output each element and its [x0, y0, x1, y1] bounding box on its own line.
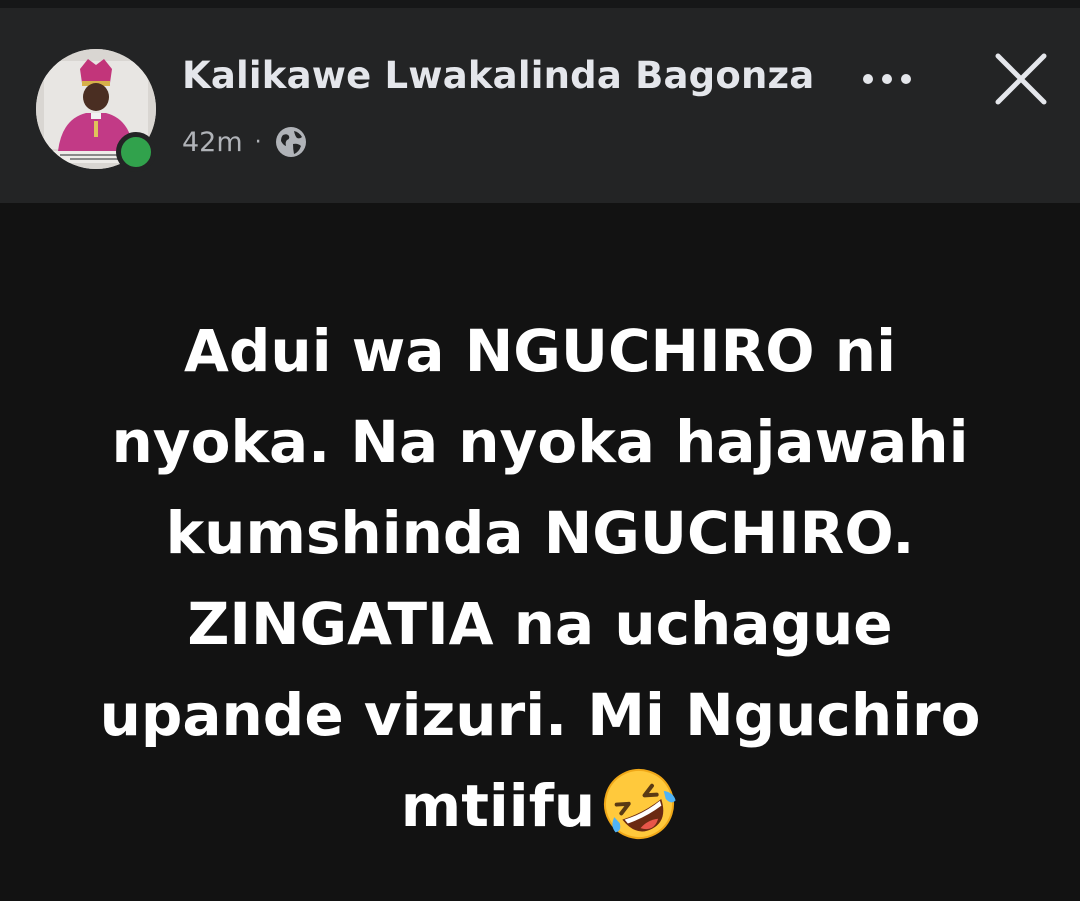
online-status-indicator — [116, 132, 156, 172]
post-text-line: Adui wa NGUCHIRO ni — [184, 317, 896, 385]
post-text-line: ZINGATIA na uchague — [187, 590, 893, 658]
more-horizontal-icon — [882, 74, 892, 84]
post-text-line: nyoka. Na nyoka hajawahi — [111, 408, 969, 476]
more-horizontal-icon — [863, 74, 873, 84]
close-icon[interactable] — [988, 46, 1054, 112]
meta-separator: · — [254, 129, 262, 155]
post-text: Adui wa NGUCHIRO ni nyoka. Na nyoka haja… — [60, 306, 1020, 852]
post-meta: 42m · — [182, 121, 308, 163]
post-text-line: kumshinda NGUCHIRO. — [165, 499, 915, 567]
rolling-on-floor-laughing-emoji-icon — [604, 769, 676, 839]
more-horizontal-icon — [901, 74, 911, 84]
post-text-line: upande vizuri. Mi Nguchiro — [99, 681, 981, 749]
author-name[interactable]: Kalikawe Lwakalinda Bagonza — [182, 54, 814, 97]
post-header: Kalikawe Lwakalinda Bagonza 42m · — [0, 8, 1080, 203]
post-text-line: mtiifu — [400, 772, 596, 840]
globe-icon[interactable] — [274, 125, 308, 159]
post-text-last-line: mtiifu — [60, 761, 1020, 852]
post-body: Adui wa NGUCHIRO ni nyoka. Na nyoka haja… — [0, 203, 1080, 901]
top-edge — [0, 0, 1080, 8]
more-options-button[interactable] — [846, 54, 928, 104]
post-timestamp[interactable]: 42m — [182, 127, 243, 158]
